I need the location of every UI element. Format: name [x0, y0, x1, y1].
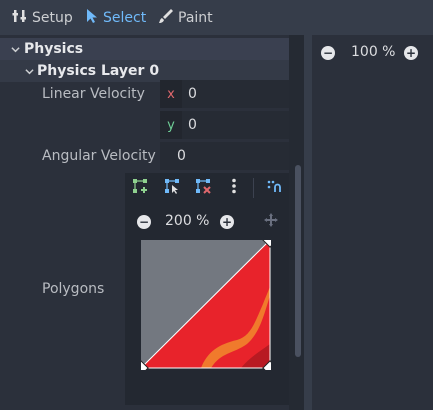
y-axis-label: y: [160, 111, 182, 139]
paint-tab[interactable]: Paint: [158, 8, 213, 28]
linear-velocity-y-value: 0: [188, 117, 197, 133]
physics-layer-title: Physics Layer 0: [37, 63, 160, 79]
polygon-zoom-level: 200 %: [165, 213, 210, 229]
x-axis-label: x: [160, 80, 182, 108]
angular-velocity-label: Angular Velocity: [42, 148, 156, 164]
tile-polygon-canvas[interactable]: [133, 232, 278, 376]
add-point-button[interactable]: [131, 179, 149, 197]
pan-icon: [263, 212, 279, 232]
setup-label: Setup: [32, 10, 73, 26]
zoom-out-button[interactable]: −: [136, 214, 152, 230]
polygons-label: Polygons: [42, 281, 105, 297]
angular-velocity-value: 0: [177, 148, 186, 164]
select-label: Select: [103, 10, 147, 26]
remove-point-button[interactable]: [194, 179, 212, 197]
linear-velocity-x-field[interactable]: x 0: [160, 80, 289, 108]
zoom-in-icon: +: [220, 215, 234, 229]
zoom-out-icon: −: [321, 46, 335, 60]
preview-panel: [312, 35, 433, 410]
linear-velocity-label: Linear Velocity: [42, 86, 145, 102]
add-point-icon: [132, 178, 148, 198]
physics-section-header[interactable]: Physics: [0, 38, 289, 60]
preview-zoom-level: 100 %: [351, 44, 396, 60]
zoom-in-icon: +: [404, 46, 418, 60]
physics-layer-header[interactable]: Physics Layer 0: [0, 60, 289, 82]
setup-tab[interactable]: Setup: [12, 8, 73, 28]
edit-point-button[interactable]: [163, 179, 181, 197]
select-icon: [85, 8, 99, 28]
toolbar-divider: [253, 178, 254, 198]
preview-zoom-in-button[interactable]: +: [403, 45, 419, 61]
paint-label: Paint: [178, 10, 213, 26]
linear-velocity-y-field[interactable]: y 0: [160, 111, 289, 139]
more-options-button[interactable]: [225, 178, 243, 198]
physics-section-title: Physics: [24, 41, 84, 57]
pan-button[interactable]: [262, 213, 280, 231]
snap-button[interactable]: [264, 179, 284, 197]
zoom-in-button[interactable]: +: [219, 214, 235, 230]
preview-zoom-out-button[interactable]: −: [320, 45, 336, 61]
snap-icon: [266, 178, 282, 198]
linear-velocity-x-value: 0: [188, 86, 197, 102]
more-options-icon: [231, 178, 237, 198]
angular-velocity-field[interactable]: 0: [160, 142, 289, 170]
zoom-out-icon: −: [137, 215, 151, 229]
inspector-scrollbar-thumb[interactable]: [295, 165, 301, 357]
setup-icon: [12, 8, 28, 28]
chevron-down-icon: [11, 45, 20, 54]
edit-point-icon: [164, 178, 180, 198]
select-tab[interactable]: Select: [85, 8, 146, 28]
chevron-down-icon: [25, 67, 34, 76]
remove-point-icon: [195, 178, 211, 198]
paint-icon: [158, 8, 174, 28]
